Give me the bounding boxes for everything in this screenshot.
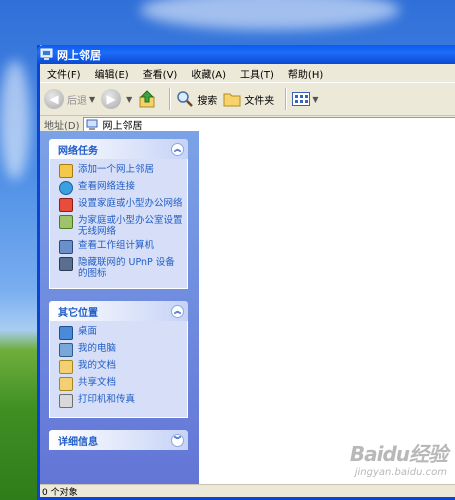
other-places-panel: 其它位置 ︽ 桌面 我的电脑 我的文档 共享文档 打印机和传真 (49, 301, 188, 418)
address-label: 地址(D) (44, 121, 80, 132)
back-label: 后退 (67, 95, 87, 107)
workgroup-computers-icon (59, 240, 73, 254)
task-setup-home-network[interactable]: 设置家庭或小型办公网络 (59, 198, 183, 212)
place-label: 我的电脑 (78, 343, 117, 354)
content-area: 网络任务 ︽ 添加一个网上邻居 查看网络连接 设置家庭或小型办公网络 为家庭或小… (40, 131, 455, 485)
place-my-documents[interactable]: 我的文档 (59, 360, 183, 374)
network-places-icon (40, 48, 53, 60)
folders-label: 文件夹 (244, 95, 275, 107)
task-add-network-place[interactable]: 添加一个网上邻居 (59, 164, 183, 178)
my-documents-icon (59, 360, 73, 374)
sky-cloud (0, 60, 30, 180)
toolbar-separator (169, 88, 172, 110)
network-tasks-title: 网络任务 (58, 145, 98, 157)
place-label: 我的文档 (78, 360, 117, 371)
upnp-device-icon (59, 257, 73, 271)
other-places-body: 桌面 我的电脑 我的文档 共享文档 打印机和传真 (49, 321, 188, 418)
menu-favorites[interactable]: 收藏(A) (184, 66, 233, 81)
printers-faxes-icon (59, 394, 73, 408)
title-bar[interactable]: 网上邻居 (37, 45, 455, 64)
folders-button[interactable]: 文件夹 (223, 91, 274, 107)
expand-icon[interactable]: ︾ (171, 433, 184, 447)
network-connections-icon (59, 181, 73, 195)
desktop-icon (59, 326, 73, 340)
search-button[interactable]: 搜索 (176, 90, 217, 108)
chevron-down-icon: ▼ (312, 94, 319, 104)
details-title: 详细信息 (58, 436, 98, 448)
shared-documents-icon (59, 377, 73, 391)
status-bar: 0 个对象 (40, 484, 455, 498)
sky-cloud (140, 0, 400, 30)
folder-icon (223, 93, 241, 107)
other-places-header[interactable]: 其它位置 ︽ (49, 301, 188, 321)
toolbar: ◀ 后退 ▼ ▶ ▼ 搜索 文件夹 ▼ (40, 83, 455, 116)
watermark-url: jingyan.baidu.com (354, 467, 447, 478)
views-button[interactable]: ▼ (292, 92, 318, 106)
menu-bar: 文件(F) 编辑(E) 查看(V) 收藏(A) 工具(T) 帮助(H) (40, 64, 455, 83)
menu-tools[interactable]: 工具(T) (233, 66, 281, 81)
address-value: 网上邻居 (102, 121, 143, 132)
toolbar-separator (285, 88, 288, 110)
other-places-title: 其它位置 (58, 307, 98, 319)
menu-view[interactable]: 查看(V) (136, 66, 185, 81)
place-shared-documents[interactable]: 共享文档 (59, 377, 183, 391)
wireless-network-icon (59, 215, 73, 229)
place-label: 共享文档 (78, 377, 117, 388)
up-folder-button[interactable] (138, 89, 158, 109)
task-setup-wireless-network[interactable]: 为家庭或小型办公室设置无线网络 (59, 215, 183, 237)
collapse-icon[interactable]: ︽ (171, 304, 184, 318)
network-places-icon (86, 119, 98, 130)
task-label: 查看工作组计算机 (78, 240, 155, 251)
watermark-logo: Baidu经验 (349, 442, 448, 466)
task-view-network-connections[interactable]: 查看网络连接 (59, 181, 183, 195)
forward-arrow-icon: ▶ (101, 89, 122, 109)
back-button[interactable]: ◀ 后退 ▼ (44, 89, 95, 109)
task-hide-upnp-icons[interactable]: 隐藏联网的 UPnP 设备的图标 (59, 257, 183, 279)
back-arrow-icon: ◀ (44, 89, 64, 109)
up-folder-icon (139, 90, 155, 108)
collapse-icon[interactable]: ︽ (171, 142, 184, 156)
forward-button[interactable]: ▶ ▼ (101, 89, 132, 109)
home-network-setup-icon (59, 198, 73, 212)
file-list-area[interactable] (199, 131, 455, 485)
search-icon (177, 91, 194, 107)
window-title: 网上邻居 (57, 48, 101, 62)
explorer-window: 网上邻居 文件(F) 编辑(E) 查看(V) 收藏(A) 工具(T) 帮助(H)… (37, 45, 455, 500)
task-view-workgroup-computers[interactable]: 查看工作组计算机 (59, 240, 183, 254)
place-printers-faxes[interactable]: 打印机和传真 (59, 394, 183, 408)
task-label: 设置家庭或小型办公网络 (78, 198, 183, 209)
menu-help[interactable]: 帮助(H) (281, 66, 330, 81)
task-label: 隐藏联网的 UPnP 设备的图标 (78, 257, 175, 279)
my-computer-icon (59, 343, 73, 357)
views-icon (292, 92, 311, 106)
menu-file[interactable]: 文件(F) (40, 66, 88, 81)
task-label: 为家庭或小型办公室设置无线网络 (78, 215, 183, 237)
menu-edit[interactable]: 编辑(E) (88, 66, 136, 81)
baidu-watermark: Baidu经验 jingyan.baidu.com (349, 438, 448, 478)
search-label: 搜索 (197, 95, 218, 107)
details-header[interactable]: 详细信息 ︾ (49, 430, 188, 450)
chevron-down-icon: ▼ (126, 94, 133, 104)
network-tasks-header[interactable]: 网络任务 ︽ (49, 139, 188, 159)
place-label: 打印机和传真 (78, 394, 136, 405)
network-tasks-body: 添加一个网上邻居 查看网络连接 设置家庭或小型办公网络 为家庭或小型办公室设置无… (49, 159, 188, 289)
network-tasks-panel: 网络任务 ︽ 添加一个网上邻居 查看网络连接 设置家庭或小型办公网络 为家庭或小… (49, 139, 188, 289)
add-network-place-icon (59, 164, 73, 178)
task-pane: 网络任务 ︽ 添加一个网上邻居 查看网络连接 设置家庭或小型办公网络 为家庭或小… (40, 131, 199, 485)
chevron-down-icon: ▼ (89, 94, 96, 104)
task-label: 查看网络连接 (78, 181, 136, 192)
status-text: 0 个对象 (42, 487, 78, 498)
task-label: 添加一个网上邻居 (78, 164, 155, 175)
place-label: 桌面 (78, 326, 98, 337)
place-desktop[interactable]: 桌面 (59, 326, 183, 340)
details-panel: 详细信息 ︾ (49, 430, 188, 450)
place-my-computer[interactable]: 我的电脑 (59, 343, 183, 357)
